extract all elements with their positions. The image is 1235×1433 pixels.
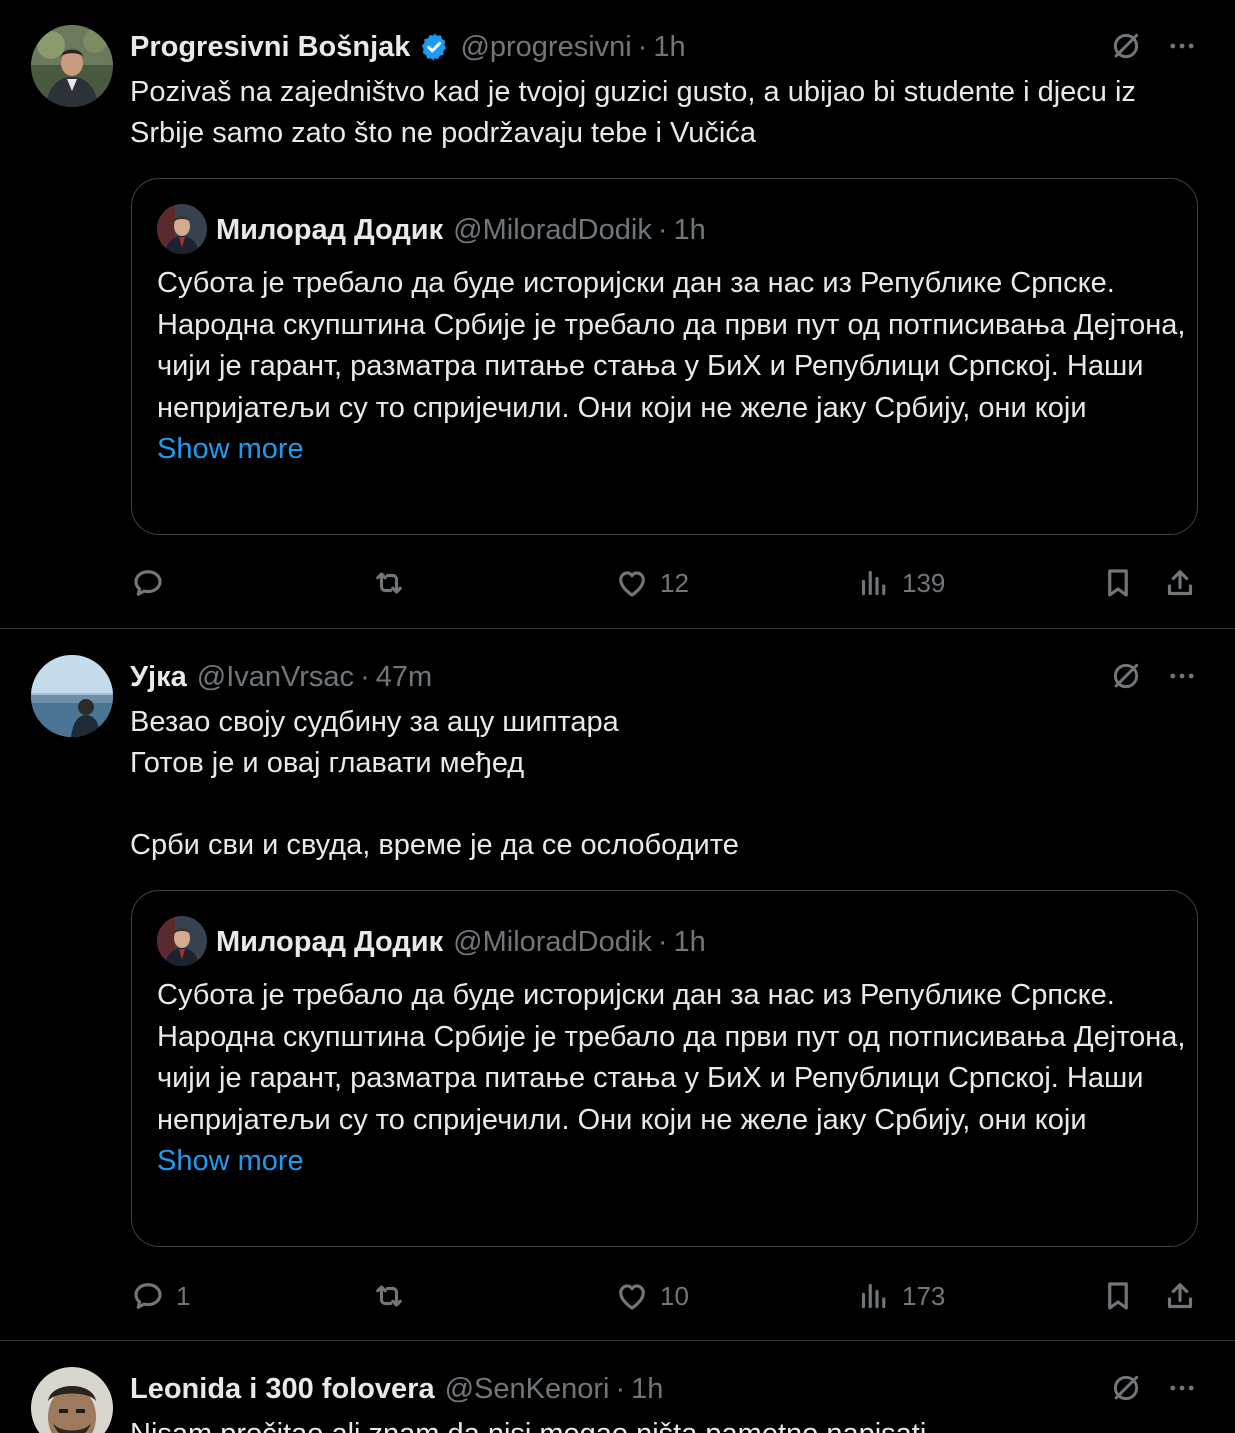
reply-icon (130, 1278, 166, 1314)
quote-author-name[interactable]: Милорад Додик (216, 926, 443, 959)
views-count: 173 (902, 1280, 946, 1311)
timestamp[interactable]: 47m (376, 661, 432, 694)
repost-button[interactable] (371, 563, 417, 603)
action-bar: 1 10 173 (130, 1276, 1205, 1316)
share-button[interactable] (1162, 563, 1198, 603)
reply-icon (130, 565, 166, 601)
views-count: 139 (902, 567, 946, 598)
reply-button[interactable]: 1 (130, 1276, 190, 1316)
quote-text: Субота је требало да буде историјски дан… (157, 267, 1186, 424)
quote-timestamp[interactable]: 1h (674, 214, 706, 247)
heart-icon (614, 1278, 650, 1314)
author-handle[interactable]: @IvanVrsac (197, 661, 354, 694)
author-name[interactable]: Progresivni Bošnjak (130, 31, 410, 64)
tweet[interactable]: Progresivni Bošnjak @progresivni · 1h Po… (0, 0, 1235, 629)
quote-author-handle[interactable]: @MiloradDodik (453, 926, 652, 959)
tweet[interactable]: Ујка @IvanVrsac · 47m Везао своју судбин… (0, 629, 1235, 1341)
quote-avatar (157, 916, 207, 966)
separator-dot: · (637, 30, 648, 63)
heart-icon (614, 565, 650, 601)
more-icon[interactable] (1165, 659, 1199, 693)
separator-dot: · (615, 1372, 626, 1405)
show-more-link[interactable]: Show more (157, 429, 1187, 471)
repost-icon (371, 565, 407, 601)
tweet-text: Везао своју судбину за ацу шиптара Готов… (130, 706, 739, 861)
separator-dot: · (657, 213, 668, 246)
tweet[interactable]: Leonida i 300 folovera @SenKenori · 1h N… (0, 1341, 1235, 1433)
reply-count: 1 (176, 1280, 191, 1311)
verified-badge-icon (422, 33, 447, 61)
bookmark-button[interactable] (1100, 1276, 1136, 1316)
quote-author-handle[interactable]: @MiloradDodik (453, 214, 652, 247)
author-name[interactable]: Leonida i 300 folovera (130, 1373, 435, 1406)
bookmark-icon (1100, 565, 1136, 601)
like-button[interactable]: 10 (614, 1276, 689, 1316)
share-icon (1162, 1278, 1198, 1314)
quote-text-block: Субота је требало да буде историјски дан… (157, 975, 1187, 1183)
quote-avatar (157, 204, 207, 254)
quoted-tweet[interactable]: Милорад Додик @MiloradDodik · 1h Субота … (131, 890, 1198, 1247)
action-bar: 12 139 (130, 563, 1205, 603)
views-button[interactable]: 173 (856, 1276, 945, 1316)
show-more-link[interactable]: Show more (157, 1141, 1187, 1183)
like-count: 10 (660, 1280, 689, 1311)
separator-dot: · (360, 660, 370, 693)
separator-dot: · (657, 925, 668, 958)
share-icon (1162, 565, 1198, 601)
views-icon (856, 565, 892, 601)
tweet-header: Leonida i 300 folovera @SenKenori · 1h (130, 1369, 663, 1409)
grok-icon[interactable] (1109, 29, 1143, 63)
bookmark-button[interactable] (1100, 563, 1136, 603)
author-handle[interactable]: @progresivni (460, 31, 631, 64)
avatar[interactable] (31, 25, 113, 107)
reply-button[interactable] (130, 563, 176, 603)
bookmark-icon (1100, 1278, 1136, 1314)
tweet-text: Nisam pročitao ali znam da nisi mogao ni… (130, 1414, 1205, 1433)
author-name[interactable]: Ујка (130, 661, 187, 694)
tweet-top-actions (1109, 29, 1199, 63)
like-button[interactable]: 12 (614, 563, 689, 603)
repost-button[interactable] (371, 1276, 417, 1316)
timestamp[interactable]: 1h (631, 1373, 663, 1406)
quoted-tweet[interactable]: Милорад Додик @MiloradDodik · 1h Субота … (131, 178, 1198, 535)
quote-timestamp[interactable]: 1h (674, 926, 706, 959)
tweet-header: Progresivni Bošnjak @progresivni · 1h (130, 27, 686, 67)
grok-icon[interactable] (1109, 1371, 1143, 1405)
quote-text-block: Субота је требало да буде историјски дан… (157, 263, 1187, 471)
avatar[interactable] (31, 655, 113, 737)
views-button[interactable]: 139 (856, 563, 945, 603)
like-count: 12 (660, 567, 689, 598)
views-icon (856, 1278, 892, 1314)
quote-header: Милорад Додик @MiloradDodik · 1h (216, 209, 706, 251)
repost-icon (371, 1278, 407, 1314)
author-handle[interactable]: @SenKenori (445, 1373, 610, 1406)
timestamp[interactable]: 1h (653, 31, 685, 64)
more-icon[interactable] (1165, 1371, 1199, 1405)
grok-icon[interactable] (1109, 659, 1143, 693)
quote-header: Милорад Додик @MiloradDodik · 1h (216, 921, 706, 963)
quote-text: Субота је требало да буде историјски дан… (157, 979, 1186, 1136)
tweet-top-actions (1109, 1371, 1199, 1405)
tweet-header: Ујка @IvanVrsac · 47m (130, 657, 432, 697)
tweet-top-actions (1109, 659, 1199, 693)
avatar[interactable] (31, 1367, 113, 1433)
quote-author-name[interactable]: Милорад Додик (216, 214, 443, 247)
share-button[interactable] (1162, 1276, 1198, 1316)
more-icon[interactable] (1165, 29, 1199, 63)
tweet-text: Pozivaš na zajedništvo kad je tvojoj guz… (130, 76, 1144, 149)
